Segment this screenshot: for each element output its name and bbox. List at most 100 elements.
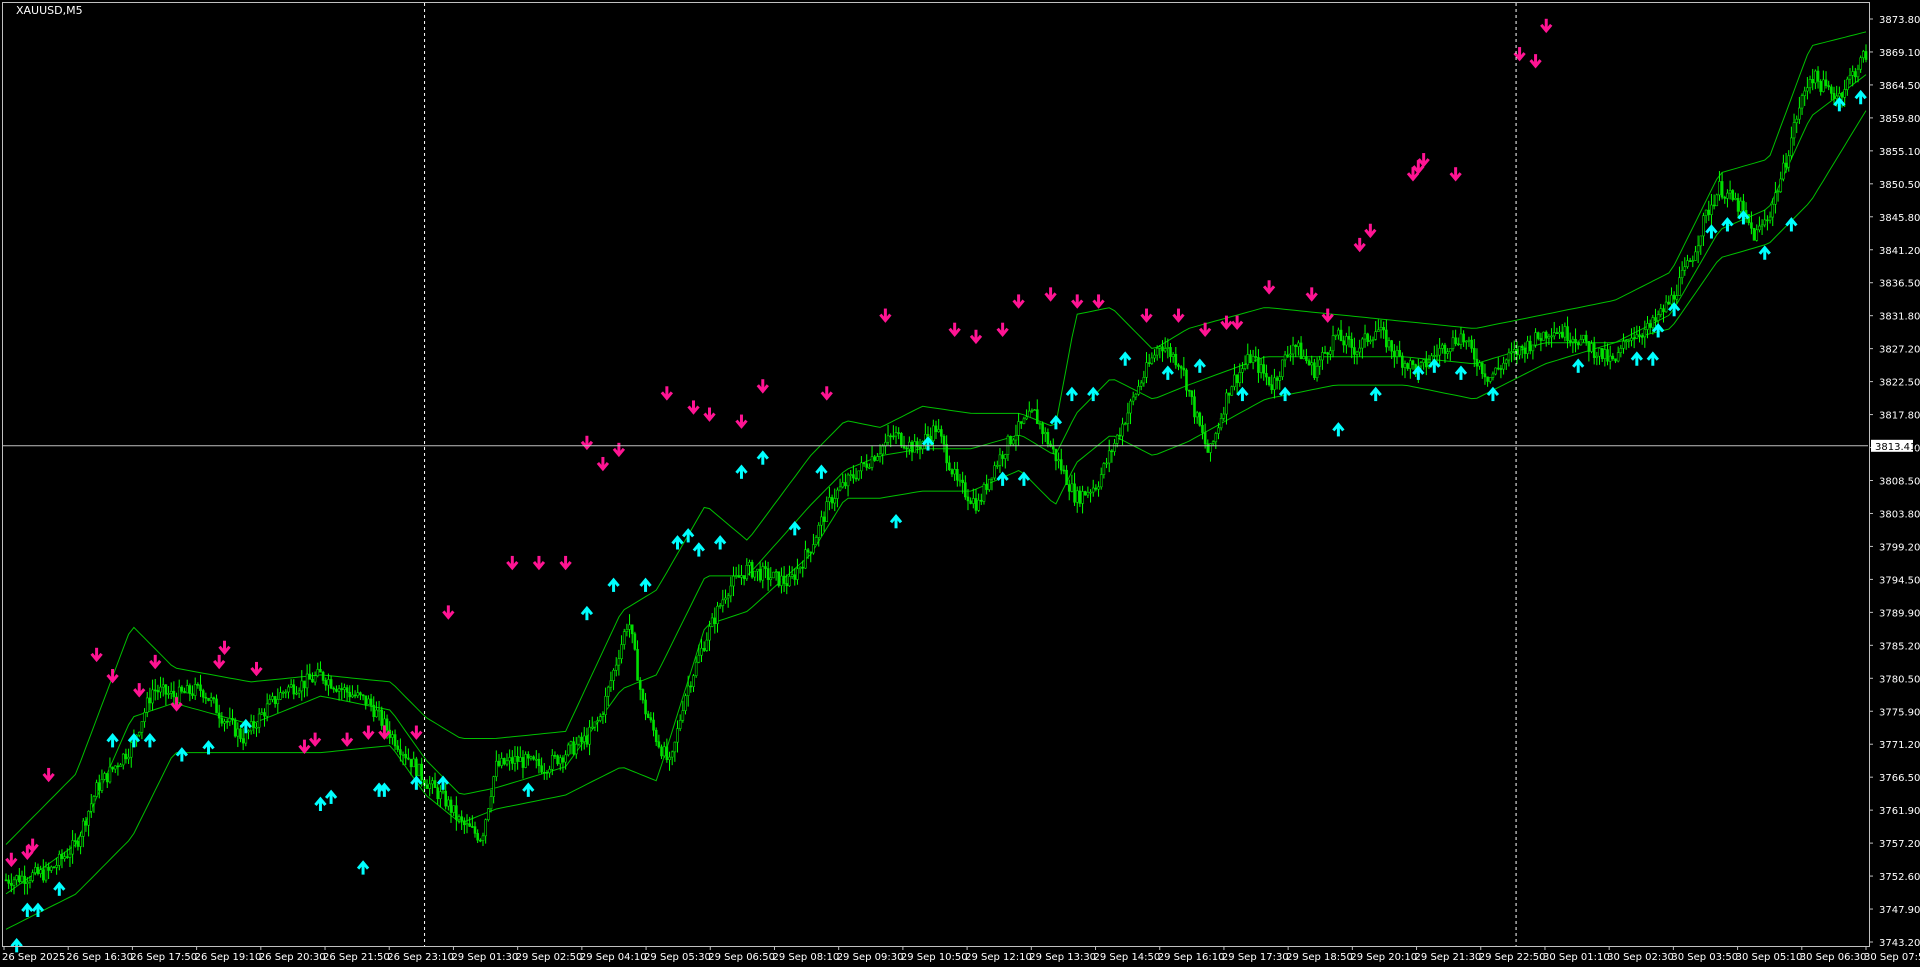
- candle-body: [1454, 337, 1457, 345]
- candle-body: [969, 500, 972, 504]
- price-tick-label: 3803.80: [1879, 509, 1920, 520]
- candle-body: [1294, 344, 1298, 347]
- candle-body: [425, 784, 429, 789]
- price-chart[interactable]: 3873.80 3869.10 3864.50 3859.80 3855.10 3850.…: [0, 0, 1920, 967]
- candle-body: [1478, 362, 1481, 367]
- candle-body: [1105, 462, 1108, 465]
- candle-body: [1297, 342, 1300, 347]
- candle-body: [966, 496, 970, 502]
- candle-body: [604, 696, 607, 715]
- candle-body: [1251, 356, 1255, 363]
- price-tick-label: 3869.10: [1879, 48, 1920, 59]
- candle-body: [145, 697, 149, 713]
- candle-body: [324, 680, 328, 686]
- candle-body: [942, 435, 946, 445]
- candle-body: [838, 486, 842, 491]
- candle-body: [121, 753, 125, 766]
- candle-body: [876, 456, 879, 461]
- candle-body: [399, 749, 402, 755]
- candle-body: [225, 721, 229, 723]
- candle-body: [526, 754, 530, 759]
- candle-body: [1035, 409, 1039, 425]
- candle-body: [353, 694, 357, 697]
- candle-body: [614, 664, 618, 671]
- candle-body: [1568, 340, 1572, 343]
- candle-body: [1206, 443, 1210, 453]
- candle-body: [934, 425, 938, 433]
- candle-body: [263, 712, 266, 717]
- candle-body: [860, 462, 863, 472]
- candle-body: [580, 736, 583, 742]
- candle-body: [1662, 308, 1665, 313]
- candle-body: [409, 758, 413, 768]
- candle-body: [1190, 390, 1194, 398]
- candle-body: [948, 462, 951, 471]
- candle-body: [156, 690, 160, 693]
- candle-body: [1166, 347, 1170, 349]
- candle-body: [1350, 339, 1354, 348]
- candle-body: [1752, 227, 1756, 241]
- candle-body: [81, 820, 85, 837]
- candle-body: [1129, 400, 1132, 414]
- candle-body: [1827, 85, 1830, 88]
- candle-body: [1313, 362, 1316, 379]
- candle-body: [1768, 216, 1772, 221]
- candle-body: [1670, 294, 1673, 305]
- candle-body: [697, 654, 701, 663]
- candle-body: [1782, 162, 1785, 180]
- candle-body: [548, 768, 551, 774]
- candle-body: [796, 568, 799, 580]
- candle-body: [1086, 491, 1090, 496]
- candle-body: [449, 799, 453, 813]
- candle-body: [436, 787, 439, 800]
- candle-body: [804, 549, 807, 569]
- candle-body: [1441, 344, 1444, 349]
- candle-body: [1225, 392, 1228, 415]
- candle-body: [913, 441, 916, 453]
- candle-body: [348, 691, 352, 698]
- time-tick-label: 29 Sep 05:30: [644, 952, 711, 963]
- candle-body: [561, 757, 565, 763]
- candle-body: [590, 726, 594, 729]
- time-tick-label: 30 Sep 07:50: [1864, 952, 1920, 963]
- candle-body: [401, 753, 405, 756]
- candle-body: [1456, 343, 1460, 346]
- candle-body: [487, 808, 490, 820]
- candle-body: [1771, 203, 1775, 218]
- candle-body: [1025, 416, 1028, 420]
- candle-body: [391, 734, 394, 738]
- candle-body: [1763, 219, 1767, 226]
- candle-body: [127, 756, 130, 760]
- candle-body: [742, 575, 746, 580]
- candle-body: [1587, 341, 1591, 352]
- candle-body: [681, 710, 685, 721]
- candle-body: [1038, 423, 1042, 425]
- candle-body: [1542, 331, 1545, 341]
- candle-body: [817, 524, 821, 538]
- candle-body: [1579, 339, 1583, 346]
- candle-body: [180, 686, 184, 692]
- candle-body: [183, 690, 186, 694]
- candle-body: [1728, 190, 1732, 194]
- candle-body: [151, 689, 154, 704]
- candle-body: [553, 755, 557, 757]
- candle-body: [1358, 347, 1361, 353]
- time-tick-label: 26 Sep 20:30: [259, 952, 326, 963]
- candle-body: [1614, 358, 1617, 362]
- candle-body: [1566, 326, 1569, 342]
- candle-body: [1123, 423, 1127, 425]
- candle-body: [196, 684, 200, 686]
- candle-body: [1630, 337, 1633, 341]
- candle-body: [100, 779, 104, 791]
- candle-body: [364, 695, 368, 705]
- candle-body: [345, 687, 349, 693]
- candle-body: [361, 694, 365, 697]
- candle-body: [534, 758, 538, 761]
- candle-body: [892, 435, 895, 438]
- candle-body: [319, 669, 322, 673]
- candle-body: [1249, 354, 1252, 363]
- candle-body: [1632, 337, 1636, 340]
- candle-body: [1531, 344, 1535, 352]
- candle-body: [572, 741, 575, 755]
- candle-body: [1584, 334, 1588, 342]
